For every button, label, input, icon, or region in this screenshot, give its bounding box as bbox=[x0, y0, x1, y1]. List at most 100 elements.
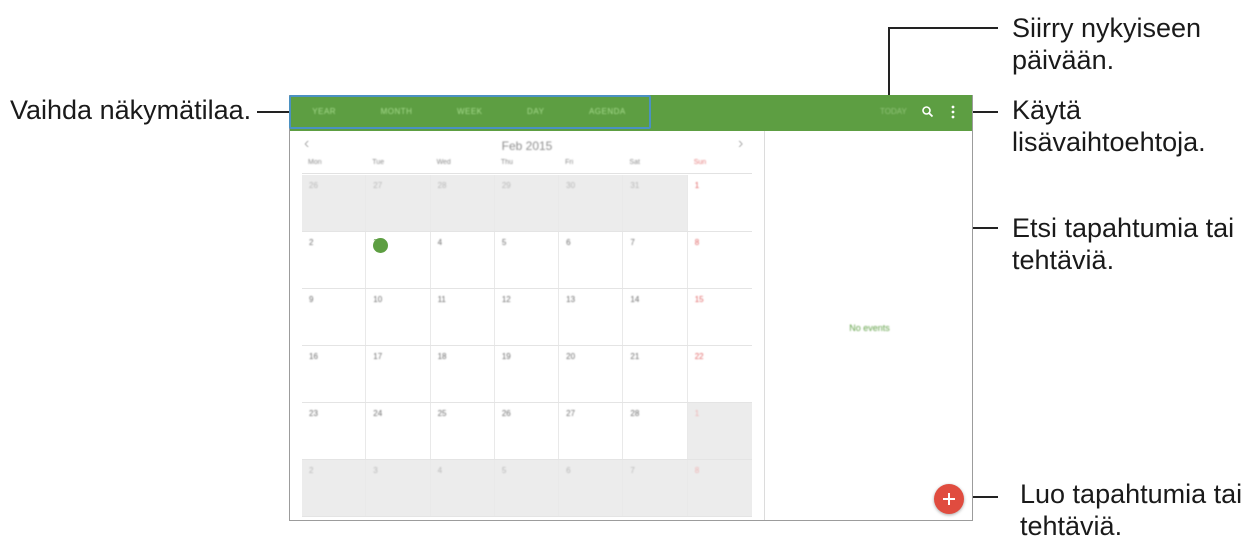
day-number: 20 bbox=[566, 352, 576, 361]
leader-line-today-v bbox=[888, 27, 890, 95]
month-title: Feb 2015 bbox=[501, 139, 553, 153]
weekday-label: Fri bbox=[565, 159, 574, 166]
day-number: 4 bbox=[437, 466, 443, 475]
month-navigation: ‹ Feb 2015 › bbox=[290, 131, 764, 157]
day-cell[interactable]: 26 bbox=[302, 175, 367, 231]
day-number: 27 bbox=[373, 181, 383, 190]
callout-more-options: Käytä lisävaihtoehtoja. bbox=[1012, 95, 1206, 157]
day-number: 18 bbox=[437, 352, 447, 361]
day-number: 24 bbox=[373, 409, 383, 418]
weekday-label: Sun bbox=[693, 159, 707, 166]
day-number: 2 bbox=[309, 466, 314, 475]
day-number: 5 bbox=[501, 238, 507, 247]
search-icon[interactable] bbox=[921, 105, 935, 119]
day-number: 1 bbox=[694, 409, 700, 418]
day-cell[interactable]: 6 bbox=[559, 232, 624, 288]
day-cell[interactable]: 19 bbox=[495, 346, 560, 402]
day-number: 14 bbox=[630, 295, 640, 304]
day-cell[interactable]: 4 bbox=[430, 460, 495, 516]
day-cell[interactable]: 9 bbox=[302, 289, 367, 345]
callout-search: Etsi tapahtumia tai tehtäviä. bbox=[1012, 213, 1235, 275]
weekday-label: Mon bbox=[308, 159, 322, 166]
day-cell[interactable]: 1 bbox=[687, 403, 752, 459]
callout-create: Luo tapahtumia tai tehtäviä. bbox=[1020, 479, 1243, 541]
day-number: 1 bbox=[694, 181, 700, 190]
day-number: 26 bbox=[501, 409, 511, 418]
day-cell[interactable]: 7 bbox=[623, 460, 688, 516]
day-number: 29 bbox=[501, 181, 511, 190]
day-number: 6 bbox=[566, 238, 571, 247]
weekday-label: Thu bbox=[500, 159, 513, 166]
day-cell[interactable]: 22 bbox=[688, 346, 752, 402]
more-vert-icon[interactable] bbox=[949, 104, 957, 120]
day-cell[interactable]: 27 bbox=[366, 175, 431, 231]
day-number: 7 bbox=[630, 466, 635, 475]
day-cell[interactable]: 14 bbox=[623, 289, 688, 345]
day-cell[interactable]: 21 bbox=[623, 346, 688, 402]
day-cell[interactable]: 5 bbox=[494, 460, 560, 516]
day-cell[interactable]: 7 bbox=[623, 232, 688, 288]
day-number: 28 bbox=[630, 409, 640, 418]
day-cell[interactable]: 10 bbox=[366, 289, 431, 345]
day-cell[interactable]: 3 bbox=[366, 460, 431, 516]
day-number: 23 bbox=[309, 409, 318, 418]
day-cell[interactable]: 15 bbox=[688, 289, 752, 345]
add-icon[interactable] bbox=[934, 484, 964, 514]
day-cell[interactable]: 13 bbox=[559, 289, 624, 345]
day-cell[interactable]: 6 bbox=[559, 460, 624, 516]
day-cell[interactable]: 12 bbox=[495, 289, 560, 345]
day-cell[interactable]: 17 bbox=[366, 346, 431, 402]
day-number: 13 bbox=[566, 295, 576, 304]
day-number: 9 bbox=[309, 295, 314, 304]
day-cell[interactable]: 2 bbox=[302, 460, 367, 516]
day-cell[interactable]: 25 bbox=[431, 403, 495, 459]
day-cell[interactable]: 18 bbox=[431, 346, 495, 402]
day-number: 31 bbox=[630, 181, 640, 190]
callout-change-view: Vaihda näkymätilaa. bbox=[10, 95, 252, 125]
day-number: 25 bbox=[437, 409, 447, 418]
day-cell[interactable]: 2 bbox=[302, 232, 367, 288]
day-cell[interactable]: 23 bbox=[302, 403, 367, 459]
day-number: 26 bbox=[309, 181, 318, 190]
day-cell[interactable]: 28 bbox=[623, 403, 688, 459]
day-cell[interactable]: 8 bbox=[687, 460, 752, 516]
today-button[interactable]: TODAY bbox=[880, 107, 907, 116]
day-cell[interactable]: 1 bbox=[688, 175, 752, 231]
day-cell[interactable]: 29 bbox=[494, 175, 560, 231]
day-cell[interactable]: 31 bbox=[623, 175, 688, 231]
leader-line-today-h bbox=[888, 27, 998, 29]
month-grid: 26 27 28 29 30 31 1 2 3 4 5 6 7 8 9 10 11 12 13 14 15 16 17 18 1… bbox=[302, 175, 752, 517]
day-number: 27 bbox=[566, 409, 576, 418]
calendar-screen: YEAR MONTH WEEK DAY AGENDA TODAY ‹ Feb 2… bbox=[289, 95, 973, 521]
day-cell[interactable]: 26 bbox=[495, 403, 560, 459]
day-number: 11 bbox=[437, 295, 446, 304]
day-number: 19 bbox=[501, 352, 511, 361]
day-cell[interactable]: 24 bbox=[366, 403, 431, 459]
day-number: 3 bbox=[373, 466, 378, 475]
day-cell[interactable]: 8 bbox=[688, 232, 752, 288]
week-row: 16 17 18 19 20 21 22 bbox=[302, 346, 752, 403]
week-row: 23 24 25 26 27 28 1 bbox=[302, 403, 752, 460]
leader-line-change-view bbox=[257, 111, 289, 113]
chevron-right-icon[interactable]: › bbox=[738, 135, 743, 153]
day-cell-today[interactable]: 3 bbox=[366, 232, 431, 288]
day-cell[interactable]: 16 bbox=[302, 346, 367, 402]
day-cell[interactable]: 4 bbox=[431, 232, 495, 288]
day-number: 2 bbox=[309, 238, 314, 247]
no-events-text: No events bbox=[849, 323, 890, 333]
day-number: 17 bbox=[373, 352, 383, 361]
day-cell[interactable]: 30 bbox=[559, 175, 624, 231]
weekday-label: Wed bbox=[436, 159, 451, 166]
day-cell[interactable]: 5 bbox=[495, 232, 560, 288]
weekday-label: Sat bbox=[629, 159, 640, 166]
day-number: 12 bbox=[501, 295, 511, 304]
day-cell[interactable]: 11 bbox=[431, 289, 495, 345]
day-number: 30 bbox=[566, 181, 576, 190]
day-cell[interactable]: 28 bbox=[430, 175, 495, 231]
day-number: 4 bbox=[437, 238, 443, 247]
day-cell[interactable]: 27 bbox=[559, 403, 624, 459]
day-number: 8 bbox=[694, 238, 700, 247]
day-number: 6 bbox=[566, 466, 571, 475]
day-cell[interactable]: 20 bbox=[559, 346, 624, 402]
week-row: 9 10 11 12 13 14 15 bbox=[302, 289, 752, 346]
